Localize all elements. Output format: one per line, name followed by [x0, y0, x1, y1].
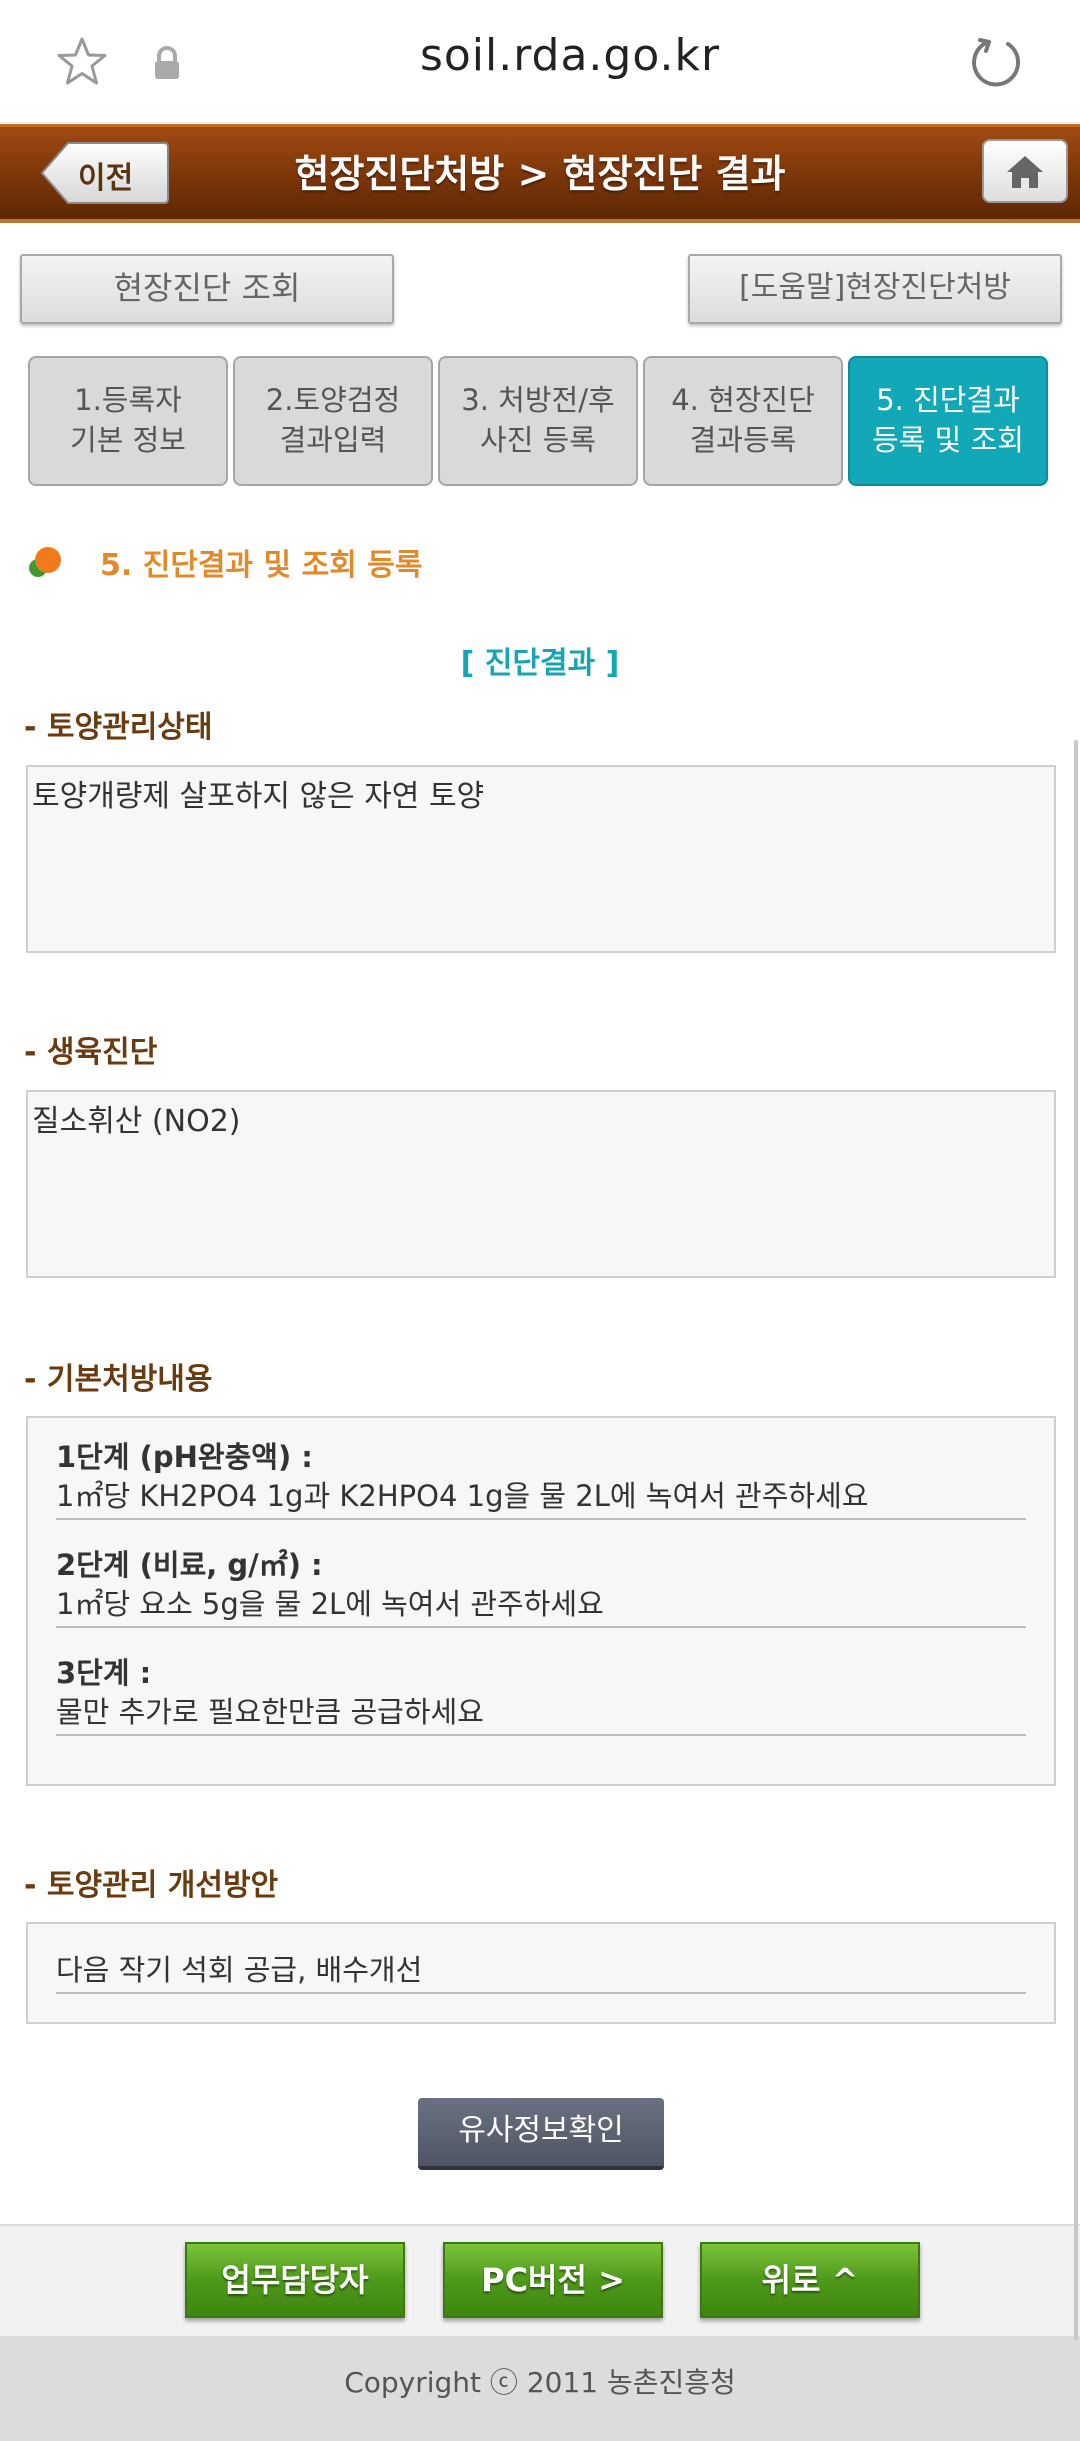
prescription-step: 3단계 : 물만 추가로 필요한만큼 공급하세요: [56, 1654, 1026, 1736]
soil-status-textarea[interactable]: 토양개량제 살포하지 않은 자연 토양: [26, 765, 1056, 953]
prescription-title: - 기본처방내용: [24, 1362, 213, 1397]
tab-label-line2: 결과입력: [279, 423, 387, 457]
star-icon[interactable]: [56, 36, 108, 88]
prescription-step-title: 1단계 (pH완충액) :: [56, 1440, 313, 1474]
tab-step-3[interactable]: 3. 처방전/후 사진 등록: [438, 356, 638, 486]
lock-icon: [155, 46, 179, 79]
prescription-step-title: 3단계 :: [56, 1656, 152, 1690]
tab-label-line2: 기본 정보: [70, 423, 186, 457]
pc-version-button[interactable]: PC버전 >: [443, 2242, 663, 2318]
tab-label-line1: 4. 현장진단: [671, 383, 815, 417]
url-text[interactable]: soil.rda.go.kr: [340, 30, 800, 81]
growth-diagnosis-value: 질소휘산 (NO2): [32, 1104, 241, 1139]
growth-diagnosis-textarea[interactable]: 질소휘산 (NO2): [26, 1090, 1056, 1278]
page-title: 현장진단처방 > 현장진단 결과: [294, 152, 786, 196]
improvement-title: - 토양관리 개선방안: [24, 1868, 279, 1903]
growth-diagnosis-title: - 생육진단: [24, 1035, 158, 1070]
tab-label-line2: 사진 등록: [480, 423, 596, 457]
tab-label-line1: 3. 처방전/후: [461, 383, 615, 417]
scrollbar[interactable]: [1074, 740, 1078, 2340]
prescription-step-text: 1㎡당 KH2PO4 1g과 K2HPO4 1g을 물 2L에 녹여서 관주하세…: [56, 1479, 869, 1513]
browser-toolbar: soil.rda.go.kr: [0, 0, 1080, 123]
home-button[interactable]: [982, 139, 1068, 203]
prescription-step-title: 2단계 (비료, g/㎡) :: [56, 1548, 323, 1582]
tab-label-line1: 2.토양검정: [265, 383, 401, 417]
similar-info-button[interactable]: 유사정보확인: [418, 2098, 664, 2170]
tab-label-line1: 5. 진단결과: [876, 383, 1020, 417]
section-bullet-icon: [29, 547, 61, 577]
improvement-value: 다음 작기 석회 공급, 배수개선: [56, 1953, 423, 1987]
footer: Copyright ⓒ 2011 농촌진흥청: [0, 2336, 1080, 2441]
result-caption: [ 진단결과 ]: [460, 646, 620, 681]
section-heading: 5. 진단결과 및 조회 등록: [100, 548, 423, 583]
staff-button[interactable]: 업무담당자: [185, 2242, 405, 2318]
tab-label-line2: 등록 및 조회: [872, 423, 1024, 457]
tab-label-line1: 1.등록자: [74, 383, 182, 417]
prescription-step: 1단계 (pH완충액) : 1㎡당 KH2PO4 1g과 K2HPO4 1g을 …: [56, 1438, 1026, 1520]
reload-icon[interactable]: [968, 34, 1024, 90]
prescription-box: 1단계 (pH완충액) : 1㎡당 KH2PO4 1g과 K2HPO4 1g을 …: [26, 1416, 1056, 1786]
tab-step-2[interactable]: 2.토양검정 결과입력: [233, 356, 433, 486]
tab-label-line2: 결과등록: [689, 423, 797, 457]
soil-status-value: 토양개량제 살포하지 않은 자연 토양: [32, 779, 485, 814]
prescription-step: 2단계 (비료, g/㎡) : 1㎡당 요소 5g을 물 2L에 녹여서 관주하…: [56, 1546, 1026, 1628]
scroll-top-button[interactable]: 위로 ^: [700, 2242, 920, 2318]
soil-status-title: - 토양관리상태: [24, 710, 213, 745]
tab-step-1[interactable]: 1.등록자 기본 정보: [28, 356, 228, 486]
copyright-text: Copyright ⓒ 2011 농촌진흥청: [344, 2366, 736, 2399]
prescription-step-text: 물만 추가로 필요한만큼 공급하세요: [56, 1695, 484, 1729]
prescription-step-text: 1㎡당 요소 5g을 물 2L에 녹여서 관주하세요: [56, 1587, 604, 1621]
improvement-box: 다음 작기 석회 공급, 배수개선: [26, 1922, 1056, 2024]
bottom-nav: 업무담당자 PC버전 > 위로 ^: [0, 2224, 1080, 2338]
home-icon: [1007, 156, 1043, 188]
tab-step-4[interactable]: 4. 현장진단 결과등록: [643, 356, 843, 486]
help-button[interactable]: [도움말]현장진단처방: [688, 254, 1062, 324]
improvement-item: 다음 작기 석회 공급, 배수개선: [56, 1950, 1026, 1994]
tab-step-5[interactable]: 5. 진단결과 등록 및 조회: [848, 356, 1048, 486]
field-diagnosis-query-button[interactable]: 현장진단 조회: [20, 254, 394, 324]
app-header: 이전 현장진단처방 > 현장진단 결과: [0, 124, 1080, 223]
